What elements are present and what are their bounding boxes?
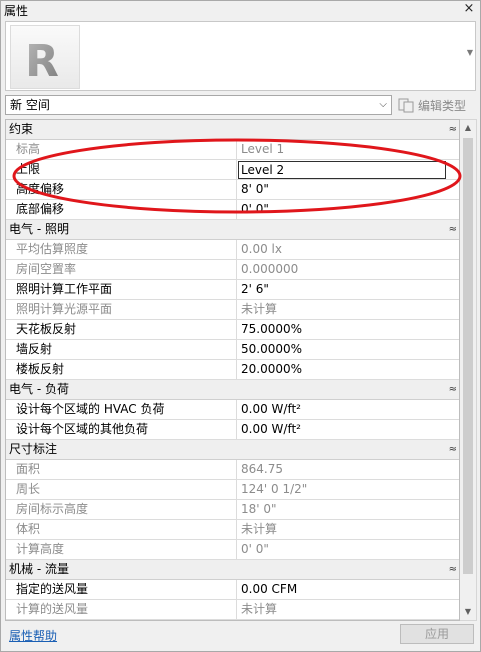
- grid-scrollbar[interactable]: ▲ ▼: [460, 119, 477, 621]
- property-name: 照明计算工作平面: [6, 280, 237, 299]
- group-title: 约束: [9, 122, 34, 136]
- property-row: 计算的送风量 未计算: [6, 600, 459, 620]
- chevron-down-icon[interactable]: ⌵: [379, 96, 387, 114]
- collapse-icon[interactable]: ≈: [449, 440, 457, 459]
- group-title: 机械 - 流量: [9, 562, 69, 576]
- property-row[interactable]: 楼板反射 20.0000%: [6, 360, 459, 380]
- scroll-thumb[interactable]: [463, 138, 473, 574]
- group-header[interactable]: 尺寸标注 ≈: [6, 440, 459, 460]
- revit-logo-icon: R: [25, 36, 59, 86]
- properties-footer: 属性帮助 应用: [1, 621, 480, 651]
- property-row: 平均估算照度 0.00 lx: [6, 240, 459, 260]
- property-name: 高度偏移: [6, 180, 237, 199]
- type-preview-area: R ▼: [5, 21, 476, 91]
- property-name: 底部偏移: [6, 200, 237, 219]
- edit-type-icon: [398, 97, 414, 113]
- property-value[interactable]: 2' 6": [238, 280, 459, 299]
- group-title: 电气 - 负荷: [9, 382, 69, 396]
- type-dropdown[interactable]: 新 空间 ⌵: [5, 95, 392, 115]
- property-name: 房间标示高度: [6, 500, 237, 519]
- svg-text:R: R: [25, 36, 59, 86]
- property-value: 未计算: [241, 602, 278, 616]
- property-value[interactable]: 0' 0": [238, 200, 459, 219]
- property-name: 楼板反射: [6, 360, 237, 379]
- property-name: 面积: [6, 460, 237, 479]
- property-value: 未计算: [241, 522, 278, 536]
- property-name: 平均估算照度: [6, 240, 237, 259]
- property-value: 未计算: [241, 302, 278, 316]
- property-value[interactable]: 50.0000%: [238, 340, 459, 359]
- property-row: 房间空置率 0.000000: [6, 260, 459, 280]
- property-name: 指定的送风量: [6, 580, 237, 599]
- property-name: 计算的送风量: [6, 600, 237, 619]
- properties-grid: 约束 ≈ 标高 Level 1 上限 Level 2 高度偏移 8' 0" 底部偏移 0' 0" 电…: [5, 119, 460, 621]
- window-title: 属性: [4, 3, 29, 18]
- property-row[interactable]: 天花板反射 75.0000%: [6, 320, 459, 340]
- property-value: 0.00 lx: [241, 242, 282, 256]
- property-value[interactable]: 0.00 CFM: [238, 580, 459, 599]
- property-value: 0.000000: [241, 262, 299, 276]
- property-row: 计算高度 0' 0": [6, 540, 459, 560]
- edit-type-button[interactable]: 编辑类型: [398, 95, 476, 115]
- property-row: 房间标示高度 18' 0": [6, 500, 459, 520]
- collapse-icon[interactable]: ≈: [449, 380, 457, 399]
- property-value: 124' 0 1/2": [241, 482, 308, 496]
- property-name: 房间空置率: [6, 260, 237, 279]
- group-header[interactable]: 电气 - 照明 ≈: [6, 220, 459, 240]
- property-row[interactable]: 墙反射 50.0000%: [6, 340, 459, 360]
- collapse-icon[interactable]: ≈: [449, 120, 457, 139]
- apply-button[interactable]: 应用: [400, 624, 474, 644]
- properties-titlebar: 属性 ×: [1, 1, 480, 19]
- property-value[interactable]: 8' 0": [238, 180, 459, 199]
- property-value[interactable]: 75.0000%: [238, 320, 459, 339]
- property-row: 标高 Level 1: [6, 140, 459, 160]
- collapse-icon[interactable]: ≈: [449, 220, 457, 239]
- property-name: 周长: [6, 480, 237, 499]
- property-value[interactable]: 0.00 W/ft²: [238, 400, 459, 419]
- property-value[interactable]: 0.00 W/ft²: [238, 420, 459, 439]
- property-row: 体积 未计算: [6, 520, 459, 540]
- property-row: 周长 124' 0 1/2": [6, 480, 459, 500]
- property-row[interactable]: 指定的送风量 0.00 CFM: [6, 580, 459, 600]
- group-title: 尺寸标注: [9, 442, 58, 456]
- property-row[interactable]: 照明计算工作平面 2' 6": [6, 280, 459, 300]
- group-header[interactable]: 机械 - 流量 ≈: [6, 560, 459, 580]
- property-row[interactable]: 高度偏移 8' 0": [6, 180, 459, 200]
- properties-help-link[interactable]: 属性帮助: [9, 627, 57, 644]
- family-thumbnail: R: [10, 25, 80, 89]
- property-name: 计算高度: [6, 540, 237, 559]
- group-header[interactable]: 电气 - 负荷 ≈: [6, 380, 459, 400]
- property-name: 照明计算光源平面: [6, 300, 237, 319]
- property-name: 设计每个区域的 HVAC 负荷: [6, 400, 237, 419]
- property-name: 标高: [6, 140, 237, 159]
- property-value[interactable]: 20.0000%: [238, 360, 459, 379]
- property-value: 18' 0": [241, 502, 277, 516]
- property-row[interactable]: 底部偏移 0' 0": [6, 200, 459, 220]
- property-row[interactable]: 设计每个区域的其他负荷 0.00 W/ft²: [6, 420, 459, 440]
- property-name: 设计每个区域的其他负荷: [6, 420, 237, 439]
- collapse-icon[interactable]: ≈: [449, 560, 457, 579]
- property-row[interactable]: 设计每个区域的 HVAC 负荷 0.00 W/ft²: [6, 400, 459, 420]
- property-row: 照明计算光源平面 未计算: [6, 300, 459, 320]
- scroll-down-icon[interactable]: ▼: [460, 604, 476, 620]
- property-value: Level 1: [241, 142, 285, 156]
- property-row: 面积 864.75: [6, 460, 459, 480]
- property-name: 天花板反射: [6, 320, 237, 339]
- group-title: 电气 - 照明: [9, 222, 69, 236]
- scroll-up-icon[interactable]: ▲: [460, 120, 476, 136]
- group-header[interactable]: 约束 ≈: [6, 120, 459, 140]
- property-value: 0' 0": [241, 542, 269, 556]
- property-name: 上限: [6, 160, 237, 179]
- property-value-input[interactable]: Level 2: [238, 161, 446, 179]
- type-dropdown-value: 新 空间: [10, 98, 50, 112]
- type-selector-row: 新 空间 ⌵ 编辑类型: [5, 95, 476, 117]
- edit-type-label: 编辑类型: [418, 98, 467, 113]
- property-name: 墙反射: [6, 340, 237, 359]
- type-scroll-down-icon[interactable]: ▼: [467, 48, 473, 57]
- close-icon[interactable]: ×: [462, 2, 476, 16]
- property-name: 体积: [6, 520, 237, 539]
- property-value: 864.75: [241, 462, 283, 476]
- property-row[interactable]: 上限 Level 2: [6, 160, 459, 180]
